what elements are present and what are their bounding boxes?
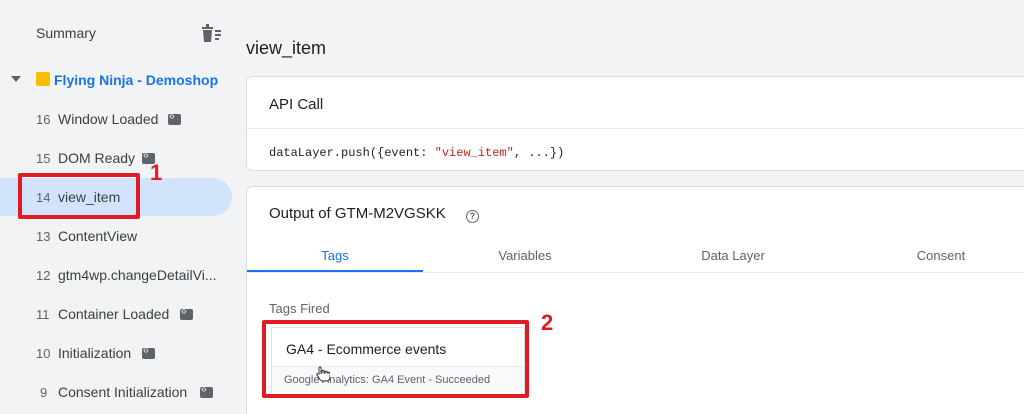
event-number: 10 (36, 346, 51, 361)
code-icon (200, 384, 213, 398)
event-label: Consent Initialization (58, 384, 188, 400)
annotation-number-2: 2 (541, 310, 554, 335)
api-call-code: dataLayer.push({event: "view_item", ...}… (269, 146, 564, 160)
code-icon (168, 111, 181, 125)
event-label: gtm4wp.changeDetailVi... (58, 267, 217, 283)
highlight-box-2 (262, 320, 529, 398)
code-prefix: dataLayer.push({event: (269, 146, 435, 160)
tag-assistant-app: Summary Flying Ninja - Demoshop 16 Windo… (0, 0, 1024, 414)
api-call-card: API Call dataLayer.push({event: "view_it… (246, 76, 1024, 171)
event-item-container-loaded[interactable]: 11 Container Loaded (0, 295, 232, 333)
folder-icon (36, 72, 50, 86)
event-item-initialization[interactable]: 10 Initialization (0, 334, 232, 372)
summary-row[interactable]: Summary (0, 0, 232, 66)
tags-fired-label: Tags Fired (269, 301, 330, 316)
event-number: 12 (36, 268, 51, 283)
divider (247, 272, 1024, 273)
page-title: view_item (246, 38, 327, 58)
event-label: Window Loaded (58, 111, 159, 127)
event-number: 13 (36, 229, 51, 244)
event-number: 15 (36, 151, 51, 166)
event-label: DOM Ready (58, 150, 136, 166)
code-event-string: "view_item" (434, 146, 514, 160)
code-icon (180, 306, 193, 320)
api-call-title: API Call (269, 96, 324, 113)
summary-label: Summary (36, 25, 96, 41)
event-label: ContentView (58, 228, 138, 244)
code-suffix: , ...}) (513, 146, 565, 160)
tab-variables[interactable]: Variables (439, 239, 611, 273)
event-number: 16 (36, 112, 51, 127)
delete-icon[interactable] (199, 22, 223, 44)
event-number: 9 (40, 385, 48, 400)
hand-cursor-icon (316, 366, 330, 382)
caret-down-icon[interactable] (11, 76, 21, 82)
annotation-number-1: 1 (150, 160, 163, 185)
tab-tags[interactable]: Tags (247, 239, 423, 273)
event-item-consent-initialization[interactable]: 9 Consent Initialization (0, 373, 232, 411)
divider (247, 128, 1024, 129)
event-number: 11 (36, 307, 50, 322)
event-label: Container Loaded (58, 306, 170, 322)
tab-data-layer[interactable]: Data Layer (645, 239, 821, 273)
event-item-dom-ready[interactable]: 15 DOM Ready (0, 139, 232, 177)
event-item-change-detail[interactable]: 12 gtm4wp.changeDetailVi... (0, 256, 232, 294)
event-item-contentview[interactable]: 13 ContentView (0, 217, 232, 255)
event-item-window-loaded[interactable]: 16 Window Loaded (0, 100, 232, 138)
container-row[interactable]: Flying Ninja - Demoshop (0, 62, 232, 98)
output-title: Output of GTM-M2VGSKK (269, 205, 446, 222)
tab-consent[interactable]: Consent (851, 239, 1024, 273)
event-label: Initialization (58, 345, 132, 361)
help-icon[interactable]: ? (466, 210, 479, 223)
highlight-box-1 (18, 173, 140, 219)
output-tabs: Tags Variables Data Layer Consent (247, 239, 1024, 273)
code-icon (142, 345, 155, 359)
container-label: Flying Ninja - Demoshop (54, 72, 219, 88)
